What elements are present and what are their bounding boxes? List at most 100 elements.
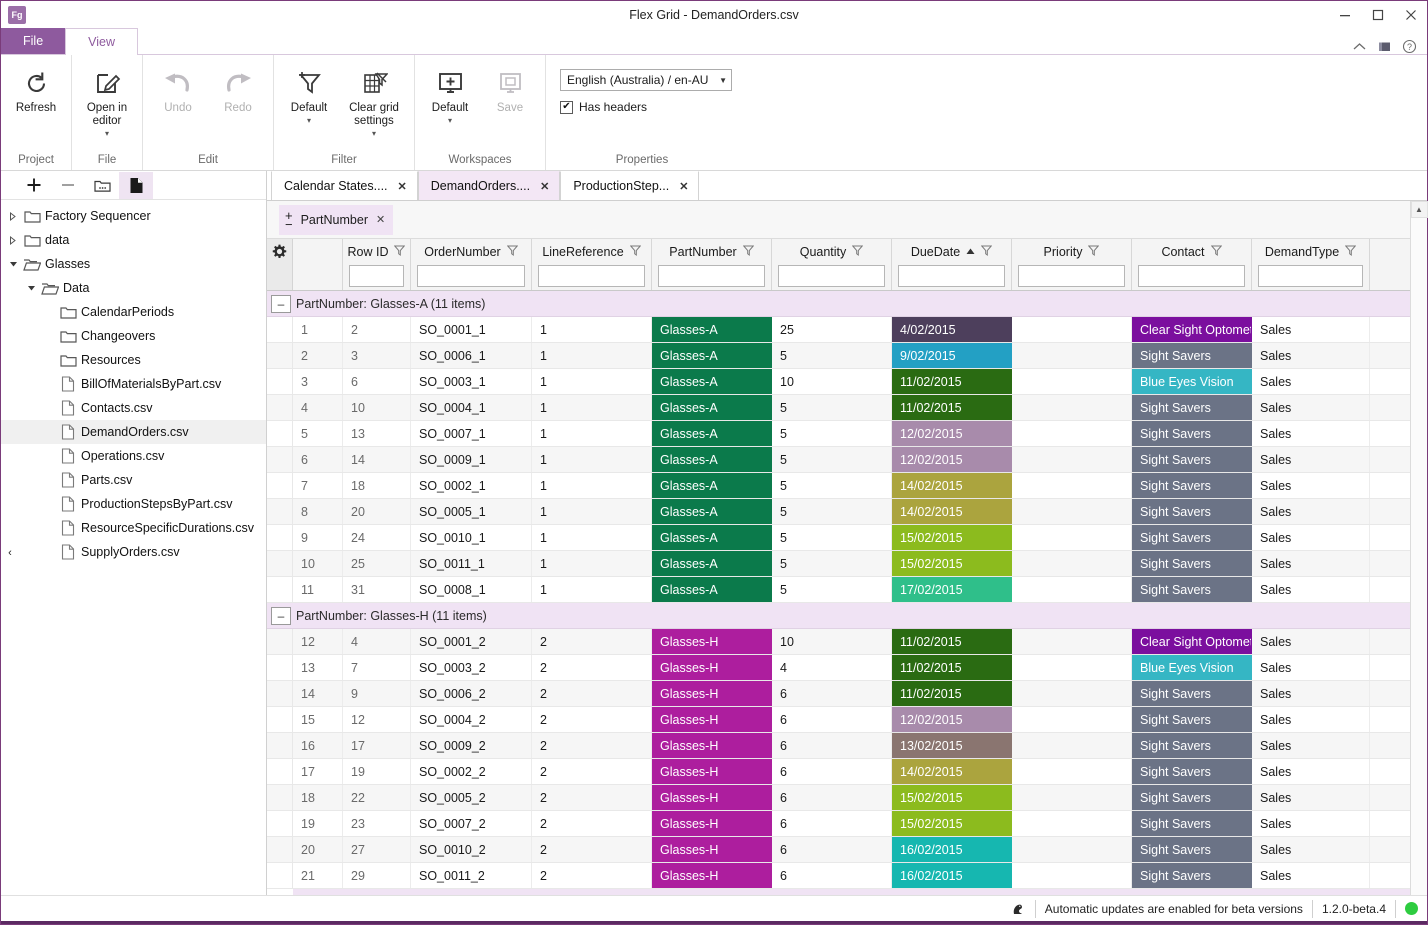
ribbon-tab-view[interactable]: View [65, 28, 139, 55]
cell-rownum[interactable]: 7 [293, 473, 343, 498]
has-headers-checkbox-row[interactable]: ✔ Has headers [560, 100, 647, 114]
cell-contact[interactable]: Sight Savers [1132, 577, 1252, 602]
tree-node[interactable]: CalendarPeriods [1, 300, 266, 324]
group-header-row[interactable]: – PartNumber: Glasses-H (11 items) [267, 603, 1410, 629]
filter-icon[interactable] [1210, 245, 1222, 259]
cell-linereference[interactable]: 1 [532, 395, 652, 420]
cell-quantity[interactable]: 5 [772, 395, 892, 420]
cell-priority[interactable] [1012, 759, 1132, 784]
plus-icon[interactable] [17, 172, 51, 199]
cell-contact[interactable]: Sight Savers [1132, 421, 1252, 446]
cell-contact[interactable]: Sight Savers [1132, 785, 1252, 810]
cell-rownum[interactable]: 18 [293, 785, 343, 810]
cell-quantity[interactable]: 5 [772, 473, 892, 498]
maximize-icon[interactable] [1361, 2, 1394, 28]
locale-select[interactable]: English (Australia) / en-AU ▼ [560, 69, 732, 91]
cell-rownum[interactable]: 20 [293, 837, 343, 862]
cell-priority[interactable] [1012, 395, 1132, 420]
cell-partnumber[interactable]: Glasses-A [652, 369, 772, 394]
column-header-rownum[interactable] [293, 239, 343, 290]
filter-icon[interactable] [394, 245, 406, 259]
tree-node[interactable]: BillOfMaterialsByPart.csv [1, 372, 266, 396]
cell-duedate[interactable]: 16/02/2015 [892, 863, 1012, 888]
cell-quantity[interactable]: 6 [772, 681, 892, 706]
cell-priority[interactable] [1012, 811, 1132, 836]
cell-linereference[interactable]: 1 [532, 421, 652, 446]
cell-quantity[interactable]: 6 [772, 837, 892, 862]
filter-input-rowid[interactable] [349, 265, 404, 287]
cell-contact[interactable]: Sight Savers [1132, 681, 1252, 706]
cell-priority[interactable] [1012, 785, 1132, 810]
cell-duedate[interactable]: 14/02/2015 [892, 473, 1012, 498]
cell-priority[interactable] [1012, 343, 1132, 368]
cell-partnumber[interactable]: Glasses-A [652, 499, 772, 524]
clear-grid-settings-button[interactable]: Clear grid settings ▾ [340, 61, 408, 138]
cell-partnumber[interactable]: Glasses-A [652, 551, 772, 576]
cell-priority[interactable] [1012, 421, 1132, 446]
cell-partnumber[interactable]: Glasses-A [652, 577, 772, 602]
chevron-down-icon[interactable]: ▾ [448, 117, 452, 125]
chevron-right-icon[interactable] [5, 211, 21, 221]
cell-ordernumber[interactable]: SO_0004_2 [411, 707, 532, 732]
cell-linereference[interactable]: 2 [532, 733, 652, 758]
close-icon[interactable]: ✕ [540, 180, 549, 193]
cell-demandtype[interactable]: Sales [1252, 785, 1370, 810]
cell-rowid[interactable]: 7 [343, 655, 411, 680]
table-row[interactable]: 1 2 SO_0001_1 1 Glasses-A 25 4/02/2015 Clear Si… [267, 317, 1410, 343]
cell-duedate[interactable]: 14/02/2015 [892, 499, 1012, 524]
table-row[interactable]: 15 12 SO_0004_2 2 Glasses-H 6 12/02/2015 Sight … [267, 707, 1410, 733]
cell-priority[interactable] [1012, 369, 1132, 394]
cell-priority[interactable] [1012, 681, 1132, 706]
cell-contact[interactable]: Sight Savers [1132, 447, 1252, 472]
cell-ordernumber[interactable]: SO_0006_2 [411, 681, 532, 706]
cell-contact[interactable]: Sight Savers [1132, 837, 1252, 862]
cell-rownum[interactable]: 8 [293, 499, 343, 524]
tree-node[interactable]: Contacts.csv [1, 396, 266, 420]
cell-linereference[interactable]: 1 [532, 473, 652, 498]
cell-quantity[interactable]: 6 [772, 811, 892, 836]
cell-rownum[interactable]: 15 [293, 707, 343, 732]
tree-node[interactable]: Operations.csv [1, 444, 266, 468]
cell-rownum[interactable]: 19 [293, 811, 343, 836]
cell-quantity[interactable]: 25 [772, 317, 892, 342]
chevron-down-icon[interactable] [23, 284, 39, 292]
cell-rownum[interactable]: 10 [293, 551, 343, 576]
cell-ordernumber[interactable]: SO_0002_1 [411, 473, 532, 498]
table-row[interactable]: 10 25 SO_0011_1 1 Glasses-A 5 15/02/2015 Sight … [267, 551, 1410, 577]
cell-duedate[interactable]: 16/02/2015 [892, 837, 1012, 862]
cell-contact[interactable]: Clear Sight Optometry [1132, 629, 1252, 654]
cell-partnumber[interactable]: Glasses-A [652, 473, 772, 498]
tree-node[interactable]: Resources [1, 348, 266, 372]
column-header-priority[interactable]: Priority [1012, 239, 1132, 290]
cell-priority[interactable] [1012, 733, 1132, 758]
cell-ordernumber[interactable]: SO_0004_1 [411, 395, 532, 420]
cell-rownum[interactable]: 14 [293, 681, 343, 706]
cell-priority[interactable] [1012, 707, 1132, 732]
cell-demandtype[interactable]: Sales [1252, 317, 1370, 342]
cell-rowid[interactable]: 22 [343, 785, 411, 810]
workspace-default-button[interactable]: Default ▾ [421, 61, 479, 125]
cell-demandtype[interactable]: Sales [1252, 681, 1370, 706]
cell-quantity[interactable]: 4 [772, 655, 892, 680]
cell-duedate[interactable]: 15/02/2015 [892, 811, 1012, 836]
cell-linereference[interactable]: 2 [532, 863, 652, 888]
cell-ordernumber[interactable]: SO_0002_2 [411, 759, 532, 784]
cell-rowid[interactable]: 3 [343, 343, 411, 368]
filter-input-priority[interactable] [1018, 265, 1125, 287]
table-row[interactable]: 20 27 SO_0010_2 2 Glasses-H 6 16/02/2015 Sight … [267, 837, 1410, 863]
cell-demandtype[interactable]: Sales [1252, 707, 1370, 732]
cell-rowid[interactable]: 19 [343, 759, 411, 784]
cell-partnumber[interactable]: Glasses-A [652, 395, 772, 420]
cell-priority[interactable] [1012, 577, 1132, 602]
cell-rowid[interactable]: 12 [343, 707, 411, 732]
cell-rownum[interactable]: 9 [293, 525, 343, 550]
cell-linereference[interactable]: 1 [532, 499, 652, 524]
close-icon[interactable]: ✕ [679, 180, 688, 193]
cell-rowid[interactable]: 2 [343, 317, 411, 342]
filter-icon[interactable] [629, 245, 641, 259]
cell-linereference[interactable]: 2 [532, 811, 652, 836]
cell-rownum[interactable]: 12 [293, 629, 343, 654]
cell-linereference[interactable]: 1 [532, 369, 652, 394]
tree-node[interactable]: DemandOrders.csv [1, 420, 266, 444]
open-in-editor-button[interactable]: Open in editor ▾ [78, 61, 136, 138]
